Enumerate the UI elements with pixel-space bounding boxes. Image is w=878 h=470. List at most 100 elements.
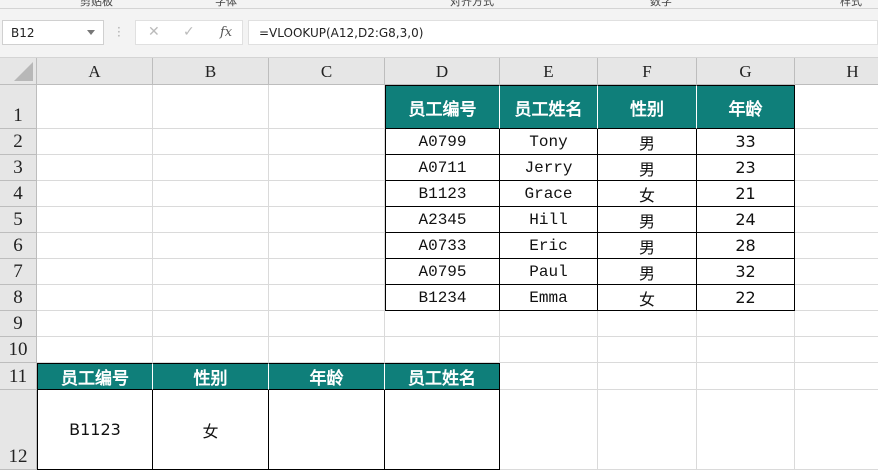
cell[interactable] [598, 390, 697, 470]
table-header-cell[interactable]: 员工编号 [37, 363, 153, 390]
cell[interactable] [697, 390, 795, 470]
column-header-C[interactable]: C [269, 58, 385, 85]
table-cell[interactable]: Jerry [500, 155, 598, 181]
cell[interactable] [269, 233, 385, 259]
row-header-7[interactable]: 7 [0, 259, 37, 285]
cell[interactable] [500, 337, 598, 363]
table-cell[interactable]: 23 [697, 155, 795, 181]
cell[interactable] [269, 337, 385, 363]
cell[interactable] [795, 181, 878, 207]
table-cell[interactable]: 男 [598, 155, 697, 181]
table-header-cell[interactable]: 员工编号 [385, 85, 500, 129]
cell[interactable] [269, 155, 385, 181]
table-cell[interactable]: 男 [598, 207, 697, 233]
table-cell[interactable]: Paul [500, 259, 598, 285]
table-cell[interactable] [269, 390, 385, 470]
table-cell[interactable]: Grace [500, 181, 598, 207]
table-cell[interactable]: B1234 [385, 285, 500, 311]
cell[interactable] [37, 285, 153, 311]
cell[interactable] [795, 311, 878, 337]
cancel-icon[interactable]: ✕ [148, 24, 160, 40]
table-cell[interactable]: 女 [598, 181, 697, 207]
table-cell[interactable]: Hill [500, 207, 598, 233]
cell[interactable] [795, 207, 878, 233]
table-header-cell[interactable]: 性别 [598, 85, 697, 129]
drag-handle-icon[interactable]: · · · [117, 22, 121, 42]
cell[interactable] [37, 259, 153, 285]
cell[interactable] [153, 285, 269, 311]
table-cell[interactable]: Eric [500, 233, 598, 259]
row-header-9[interactable]: 9 [0, 311, 37, 337]
chevron-down-icon[interactable] [87, 30, 95, 35]
table-header-cell[interactable]: 性别 [153, 363, 269, 390]
cell[interactable] [500, 363, 598, 390]
cell[interactable] [269, 207, 385, 233]
cell[interactable] [153, 155, 269, 181]
table-cell[interactable]: 男 [598, 129, 697, 155]
column-header-F[interactable]: F [598, 58, 697, 85]
cell[interactable] [269, 259, 385, 285]
cell[interactable] [795, 285, 878, 311]
cell[interactable] [795, 85, 878, 129]
table-cell[interactable]: B1123 [385, 181, 500, 207]
cell[interactable] [153, 129, 269, 155]
cell[interactable] [500, 311, 598, 337]
table-header-cell[interactable]: 员工姓名 [500, 85, 598, 129]
table-cell[interactable] [385, 390, 500, 470]
column-header-D[interactable]: D [385, 58, 500, 85]
cell[interactable] [598, 311, 697, 337]
cell[interactable] [598, 363, 697, 390]
cell[interactable] [37, 311, 153, 337]
table-cell[interactable]: 32 [697, 259, 795, 285]
table-cell[interactable]: A0711 [385, 155, 500, 181]
insert-function-icon[interactable]: fx [220, 25, 232, 40]
column-header-H[interactable]: H [795, 58, 878, 85]
cell[interactable] [269, 129, 385, 155]
table-cell[interactable]: 男 [598, 233, 697, 259]
table-cell[interactable]: 24 [697, 207, 795, 233]
name-box[interactable]: B12 [2, 20, 104, 45]
table-cell[interactable]: 33 [697, 129, 795, 155]
cell[interactable] [153, 85, 269, 129]
cell[interactable] [153, 259, 269, 285]
cell[interactable] [697, 337, 795, 363]
table-cell[interactable]: B1123 [37, 390, 153, 470]
cell[interactable] [795, 259, 878, 285]
table-header-cell[interactable]: 年龄 [697, 85, 795, 129]
cell[interactable] [153, 181, 269, 207]
table-cell[interactable]: A0795 [385, 259, 500, 285]
cell[interactable] [153, 207, 269, 233]
cell[interactable] [795, 390, 878, 470]
cell[interactable] [269, 85, 385, 129]
table-header-cell[interactable]: 员工姓名 [385, 363, 500, 390]
cell[interactable] [795, 363, 878, 390]
column-header-G[interactable]: G [697, 58, 795, 85]
table-cell[interactable]: 女 [153, 390, 269, 470]
row-header-3[interactable]: 3 [0, 155, 37, 181]
enter-icon[interactable]: ✓ [183, 24, 195, 40]
row-header-4[interactable]: 4 [0, 181, 37, 207]
cell[interactable] [37, 155, 153, 181]
cell[interactable] [153, 337, 269, 363]
row-header-12[interactable]: 12 [0, 390, 37, 470]
column-header-A[interactable]: A [37, 58, 153, 85]
cell[interactable] [37, 181, 153, 207]
row-header-5[interactable]: 5 [0, 207, 37, 233]
cell[interactable] [153, 233, 269, 259]
table-cell[interactable]: Emma [500, 285, 598, 311]
row-header-2[interactable]: 2 [0, 129, 37, 155]
table-cell[interactable]: A0799 [385, 129, 500, 155]
cell[interactable] [795, 233, 878, 259]
cell[interactable] [697, 311, 795, 337]
cell[interactable] [37, 207, 153, 233]
cell[interactable] [598, 337, 697, 363]
table-cell[interactable]: 22 [697, 285, 795, 311]
cell[interactable] [153, 311, 269, 337]
cell[interactable] [385, 337, 500, 363]
table-cell[interactable]: 28 [697, 233, 795, 259]
row-header-8[interactable]: 8 [0, 285, 37, 311]
table-cell[interactable]: Tony [500, 129, 598, 155]
cell[interactable] [500, 390, 598, 470]
cell[interactable] [37, 85, 153, 129]
row-header-10[interactable]: 10 [0, 337, 37, 363]
